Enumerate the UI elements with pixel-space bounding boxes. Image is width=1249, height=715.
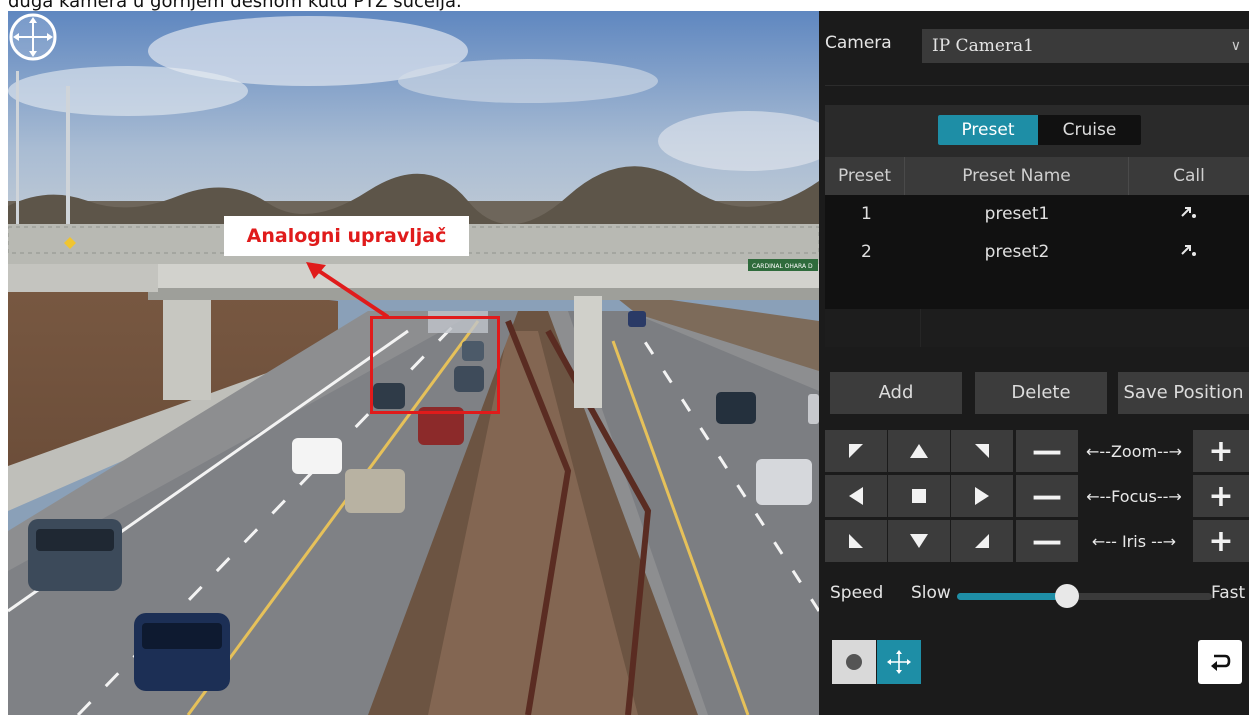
- iris-label: ←-- Iris --→: [1091, 531, 1177, 551]
- empty-row: [825, 309, 1249, 347]
- minus-icon: —: [1032, 523, 1062, 559]
- zoom-in-button[interactable]: +: [1193, 430, 1249, 472]
- return-icon: [1211, 654, 1231, 671]
- camera-select[interactable]: IP Camera1 ∨: [922, 29, 1249, 63]
- pan-up-button[interactable]: [888, 430, 950, 472]
- speed-slider-thumb[interactable]: [1054, 584, 1079, 608]
- tab-preset[interactable]: Preset: [938, 115, 1038, 145]
- header-preset-name: Preset Name: [905, 157, 1129, 195]
- preset-table: Preset Preset Name Call 1 preset1 2 pres…: [825, 157, 1249, 347]
- preset-number: 2: [861, 242, 872, 262]
- pan-down-left-button[interactable]: [825, 520, 887, 562]
- callout-label: Analogni upravljač: [224, 216, 469, 256]
- table-row[interactable]: 2 preset2: [825, 233, 1249, 271]
- pan-right-button[interactable]: [951, 475, 1013, 517]
- preset-table-header: Preset Preset Name Call: [825, 157, 1249, 195]
- plus-icon: +: [1208, 523, 1234, 559]
- table-row[interactable]: 1 preset1: [825, 195, 1249, 233]
- preset-name: preset1: [984, 204, 1050, 224]
- page-caption: duga kamera u gornjem desnom kutu PTZ su…: [8, 0, 462, 12]
- speed-label: Speed: [830, 583, 884, 603]
- speed-slider[interactable]: [957, 584, 1212, 608]
- minus-icon: —: [1032, 433, 1062, 469]
- header-call: Call: [1173, 166, 1205, 186]
- pan-up-right-button[interactable]: [951, 430, 1013, 472]
- record-icon: [846, 654, 862, 670]
- iris-close-button[interactable]: —: [1016, 520, 1078, 562]
- focus-near-button[interactable]: —: [1016, 475, 1078, 517]
- call-preset-icon[interactable]: [1129, 195, 1249, 233]
- camera-label: Camera: [825, 33, 892, 53]
- preset-name: preset2: [984, 242, 1050, 262]
- header-preset: Preset: [825, 157, 905, 195]
- empty-row: [825, 271, 1249, 309]
- speed-slider-fill: [957, 593, 1067, 600]
- stop-button[interactable]: [888, 475, 950, 517]
- focus-label: ←--Focus--→: [1086, 486, 1182, 506]
- live-video-view[interactable]: CARDINAL OHARA D Analogni upravljač: [8, 11, 819, 715]
- pan-up-left-button[interactable]: [825, 430, 887, 472]
- ptz-control-panel: Camera IP Camera1 ∨ Preset Cruise Preset…: [819, 11, 1249, 715]
- preset-number: 1: [861, 204, 872, 224]
- zoom-out-button[interactable]: —: [1016, 430, 1078, 472]
- save-position-button[interactable]: Save Position: [1118, 372, 1249, 414]
- add-button[interactable]: Add: [830, 372, 962, 414]
- delete-button[interactable]: Delete: [975, 372, 1107, 414]
- analog-joystick-icon[interactable]: [8, 11, 58, 63]
- divider: [825, 85, 1249, 86]
- pan-left-button[interactable]: [825, 475, 887, 517]
- slow-label: Slow: [911, 583, 951, 603]
- record-button[interactable]: [832, 640, 876, 684]
- tab-cruise[interactable]: Cruise: [1038, 115, 1141, 145]
- preset-cruise-toggle: Preset Cruise: [938, 115, 1141, 145]
- analog-control-button[interactable]: [877, 640, 921, 684]
- preset-section: Preset Cruise Preset Preset Name Call 1 …: [825, 105, 1249, 347]
- callout-highlight-box: [370, 316, 500, 414]
- chevron-down-icon: ∨: [1230, 38, 1241, 54]
- focus-far-button[interactable]: +: [1193, 475, 1249, 517]
- fast-label: Fast: [1211, 583, 1246, 603]
- bridge-sign-text: CARDINAL OHARA D: [752, 263, 813, 270]
- back-button[interactable]: [1198, 640, 1242, 684]
- call-preset-icon[interactable]: [1129, 233, 1249, 271]
- plus-icon: +: [1208, 478, 1234, 514]
- pan-down-button[interactable]: [888, 520, 950, 562]
- zoom-label: ←--Zoom--→: [1085, 441, 1183, 461]
- plus-icon: +: [1208, 433, 1234, 469]
- camera-select-value: IP Camera1: [932, 36, 1034, 56]
- iris-open-button[interactable]: +: [1193, 520, 1249, 562]
- pan-down-right-button[interactable]: [951, 520, 1013, 562]
- ptz-direction-grid: — ←--Zoom--→ + — ←--Focus--→ + — ←-- Iri…: [825, 430, 1249, 562]
- minus-icon: —: [1032, 478, 1062, 514]
- move-arrows-icon: [887, 650, 911, 674]
